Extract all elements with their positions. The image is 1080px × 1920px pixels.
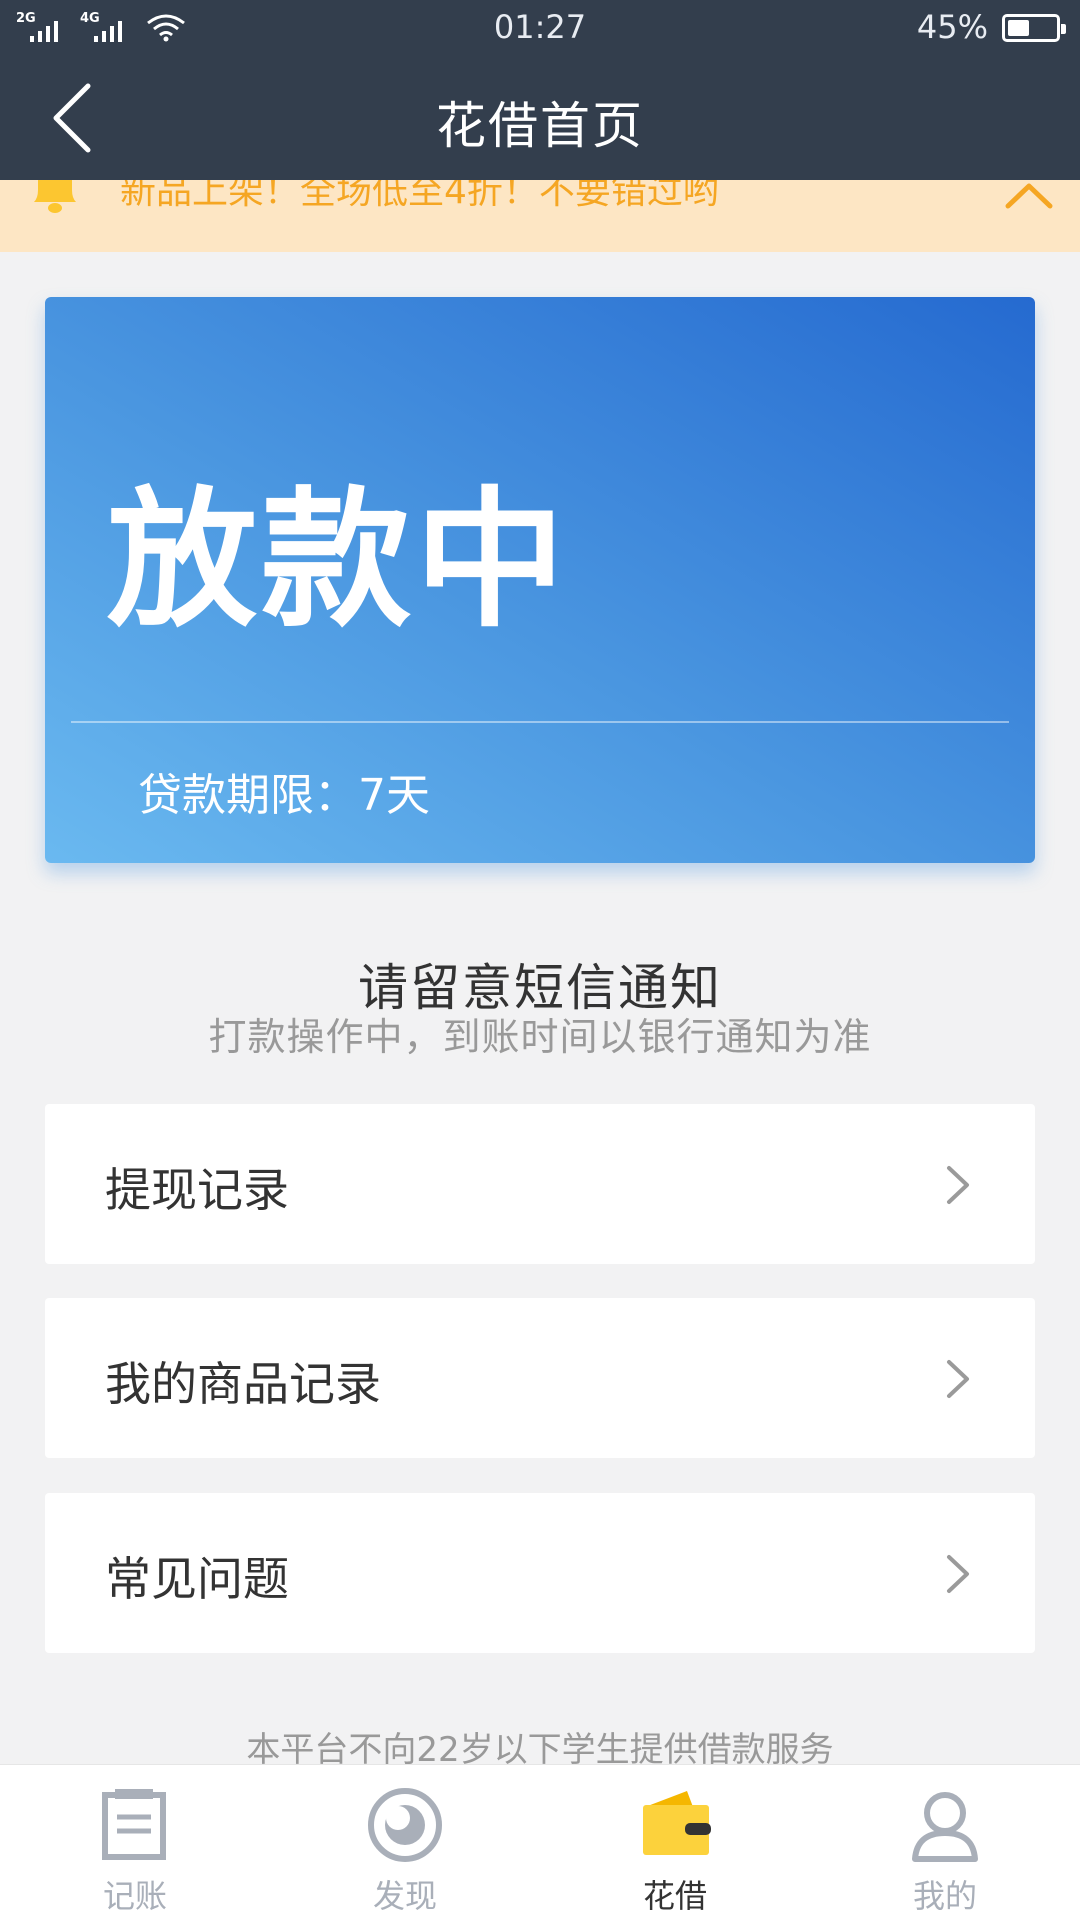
- chevron-right-icon: [947, 1555, 969, 1593]
- discover-icon: [368, 1788, 442, 1862]
- loan-term: 贷款期限：7天: [138, 770, 430, 821]
- battery-level: [1008, 20, 1029, 36]
- bottom-tab-bar: 记账 发现 花借 我的: [0, 1764, 1080, 1920]
- wallet-icon: [643, 1791, 711, 1855]
- tab-discover[interactable]: 发现: [270, 1765, 540, 1920]
- transfer-notice-subtitle: 打款操作中，到账时间以银行通知为准: [208, 1015, 872, 1059]
- notepad-icon: [102, 1789, 166, 1860]
- tab-mine[interactable]: 我的: [810, 1765, 1080, 1920]
- tab-bookkeeping[interactable]: 记账: [0, 1765, 270, 1920]
- navigation-bar: 花借首页: [0, 56, 1080, 180]
- menu-item-faq[interactable]: 常见问题: [45, 1493, 1035, 1653]
- person-icon: [912, 1792, 978, 1862]
- menu-item-product-records[interactable]: 我的商品记录: [45, 1298, 1035, 1458]
- tab-huajie[interactable]: 花借: [540, 1765, 810, 1920]
- tab-label: 记账: [102, 1877, 167, 1915]
- status-bar: 2G 4G 01:27 45%: [0, 0, 1080, 56]
- bell-icon: [34, 180, 76, 213]
- menu-item-withdraw-records[interactable]: 提现记录: [45, 1104, 1035, 1264]
- loan-status: 放款中: [107, 474, 570, 648]
- chevron-right-icon: [947, 1360, 969, 1398]
- page-title: 花借首页: [436, 97, 644, 155]
- chevron-right-icon: [947, 1166, 969, 1204]
- notice-banner[interactable]: 新品上架！全场低至4折！不要错过哟: [0, 180, 1080, 252]
- notice-text: 新品上架！全场低至4折！不要错过哟: [120, 180, 719, 212]
- menu-item-label: 提现记录: [105, 1163, 289, 1217]
- tab-label: 我的: [912, 1877, 977, 1915]
- tab-label: 花借: [642, 1877, 707, 1915]
- chevron-up-icon[interactable]: [1004, 180, 1054, 210]
- battery-percent: 45%: [916, 8, 988, 46]
- card-divider: [71, 721, 1009, 723]
- tab-label: 发现: [372, 1877, 437, 1915]
- menu-item-label: 常见问题: [105, 1552, 289, 1606]
- loan-status-card: 放款中 贷款期限：7天: [45, 297, 1035, 863]
- battery-icon: [1002, 14, 1066, 42]
- menu-item-label: 我的商品记录: [105, 1357, 381, 1411]
